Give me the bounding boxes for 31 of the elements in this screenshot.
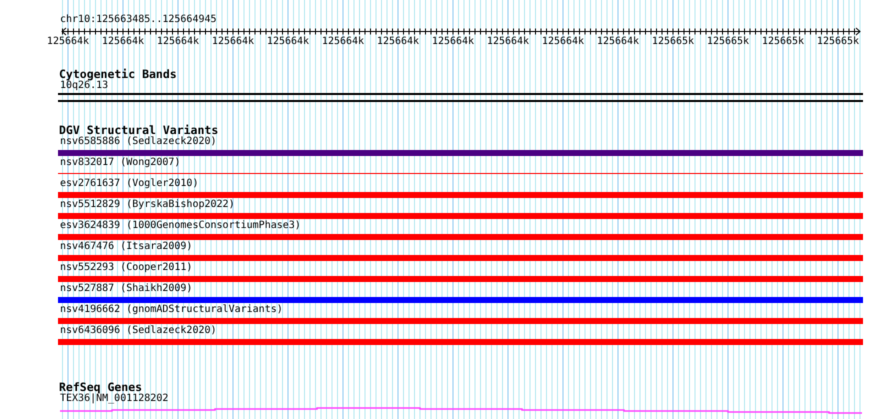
tick-label: 125664k xyxy=(596,36,640,47)
variant-label: nsv467476 (Itsara2009) xyxy=(59,241,192,253)
track-title: Cytogenetic Bands xyxy=(58,68,177,80)
tick-label: 125664k xyxy=(46,36,90,47)
position-label: chr10:125663485..125664945 xyxy=(59,14,218,26)
tick-label: 125665k xyxy=(652,36,694,47)
variant-label: nsv6585886 (Sedlazeck2020) xyxy=(59,136,217,148)
tick-label: 125664k xyxy=(542,36,584,47)
band-label: 10q26.13 xyxy=(60,80,108,92)
tick-label: 125664k xyxy=(432,36,474,47)
tick-label: 125665k xyxy=(816,36,860,47)
variant-label: nsv4196662 (gnomADStructuralVariants) xyxy=(59,304,283,316)
tick-label: 125664k xyxy=(212,36,254,47)
variant-label: nsv527887 (Shaikh2009) xyxy=(59,283,192,295)
tick-label: 125664k xyxy=(266,36,310,47)
tick-label: 125665k xyxy=(762,36,804,47)
variant-label: nsv552293 (Cooper2011) xyxy=(59,262,192,274)
variant-label: esv2761637 (Vogler2010) xyxy=(59,178,198,190)
variant-label: nsv6436096 (Sedlazeck2020) xyxy=(59,325,217,337)
variant-label: nsv5512829 (ByrskaBishop2022) xyxy=(59,199,235,211)
variant-label: nsv832017 (Wong2007) xyxy=(59,157,180,169)
tick-label: 125664k xyxy=(376,36,420,47)
tick-label: 125664k xyxy=(156,36,200,47)
tick-label: 125664k xyxy=(102,36,144,47)
track-title: RefSeq Genes xyxy=(58,381,142,393)
track-title: DGV Structural Variants xyxy=(58,124,218,136)
tick-label: 125665k xyxy=(706,36,750,47)
gene-label: TEX36|NM_001128202 xyxy=(60,393,168,405)
tick-label: 125664k xyxy=(322,36,364,47)
variant-label: esv3624839 (1000GenomesConsortiumPhase3) xyxy=(59,220,301,232)
tick-label: 125664k xyxy=(486,36,530,47)
